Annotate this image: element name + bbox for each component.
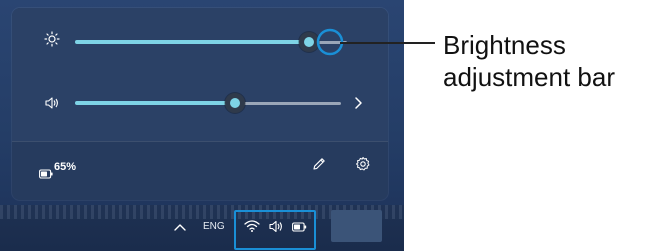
- gear-icon[interactable]: [355, 156, 371, 172]
- battery-icon: [39, 169, 53, 179]
- brightness-slider[interactable]: [75, 32, 347, 52]
- chevron-up-icon[interactable]: [173, 222, 187, 232]
- volume-slider[interactable]: [75, 93, 341, 113]
- pencil-icon[interactable]: [311, 156, 327, 172]
- sun-icon: [44, 31, 60, 47]
- callout-line-2: adjustment bar: [443, 62, 615, 92]
- panel-divider: [12, 141, 388, 142]
- chevron-right-icon[interactable]: [353, 96, 363, 110]
- volume-track-rest: [235, 101, 341, 105]
- language-indicator[interactable]: ENG: [203, 221, 225, 232]
- tray-highlight-box: [234, 210, 316, 250]
- brightness-track-fill: [75, 40, 309, 44]
- battery-percentage: 65%: [54, 161, 77, 173]
- volume-slider-thumb[interactable]: [225, 93, 245, 113]
- callout-line-1: Brightness: [443, 30, 566, 60]
- callout-label: Brightness adjustment bar: [443, 29, 615, 93]
- speaker-icon: [45, 97, 58, 109]
- taskbar-obscured-area: [331, 210, 382, 242]
- volume-track-fill: [75, 101, 235, 105]
- callout-leader-line: [340, 42, 435, 44]
